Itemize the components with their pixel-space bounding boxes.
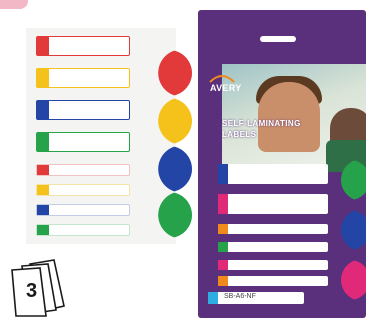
brand-name: AVERY [210,83,242,93]
label-small-blue [36,204,130,216]
tagline-line-2: LABELS [222,130,257,139]
package-label-orange-small [218,276,328,286]
label-sheet [26,28,192,244]
hang-hole [260,36,296,42]
label-red [36,36,130,56]
stack-count-icon: 3 [8,256,70,318]
product-package: AVERY SELF-LAMINATING LABELS SB-A6-NF [198,10,366,318]
label-green [36,132,130,152]
package-label-magenta-small [218,260,328,270]
disc-blue [146,146,192,192]
disc-red [146,50,192,96]
package-disc-green [330,160,366,200]
package-disc-blue [330,210,366,250]
disc-yellow [146,98,192,144]
package-label-blue [218,164,328,184]
tagline-line-1: SELF-LAMINATING [222,119,301,128]
package-label-magenta [218,194,328,214]
label-yellow [36,68,130,88]
count-number: 3 [26,280,38,302]
package-label-green [218,242,328,252]
package-tagline: SELF-LAMINATING LABELS [222,118,301,140]
label-small-red [36,164,130,176]
label-small-yellow [36,184,130,196]
product-code-tag: SB-A6-NF [208,292,304,304]
product-code: SB-A6-NF [224,293,256,300]
corner-badge [0,0,28,9]
package-disc-magenta [330,260,366,300]
label-small-green [36,224,130,236]
photo-figure-1 [258,82,320,152]
disc-green [146,192,192,238]
package-label-orange [218,224,328,234]
label-blue [36,100,130,120]
